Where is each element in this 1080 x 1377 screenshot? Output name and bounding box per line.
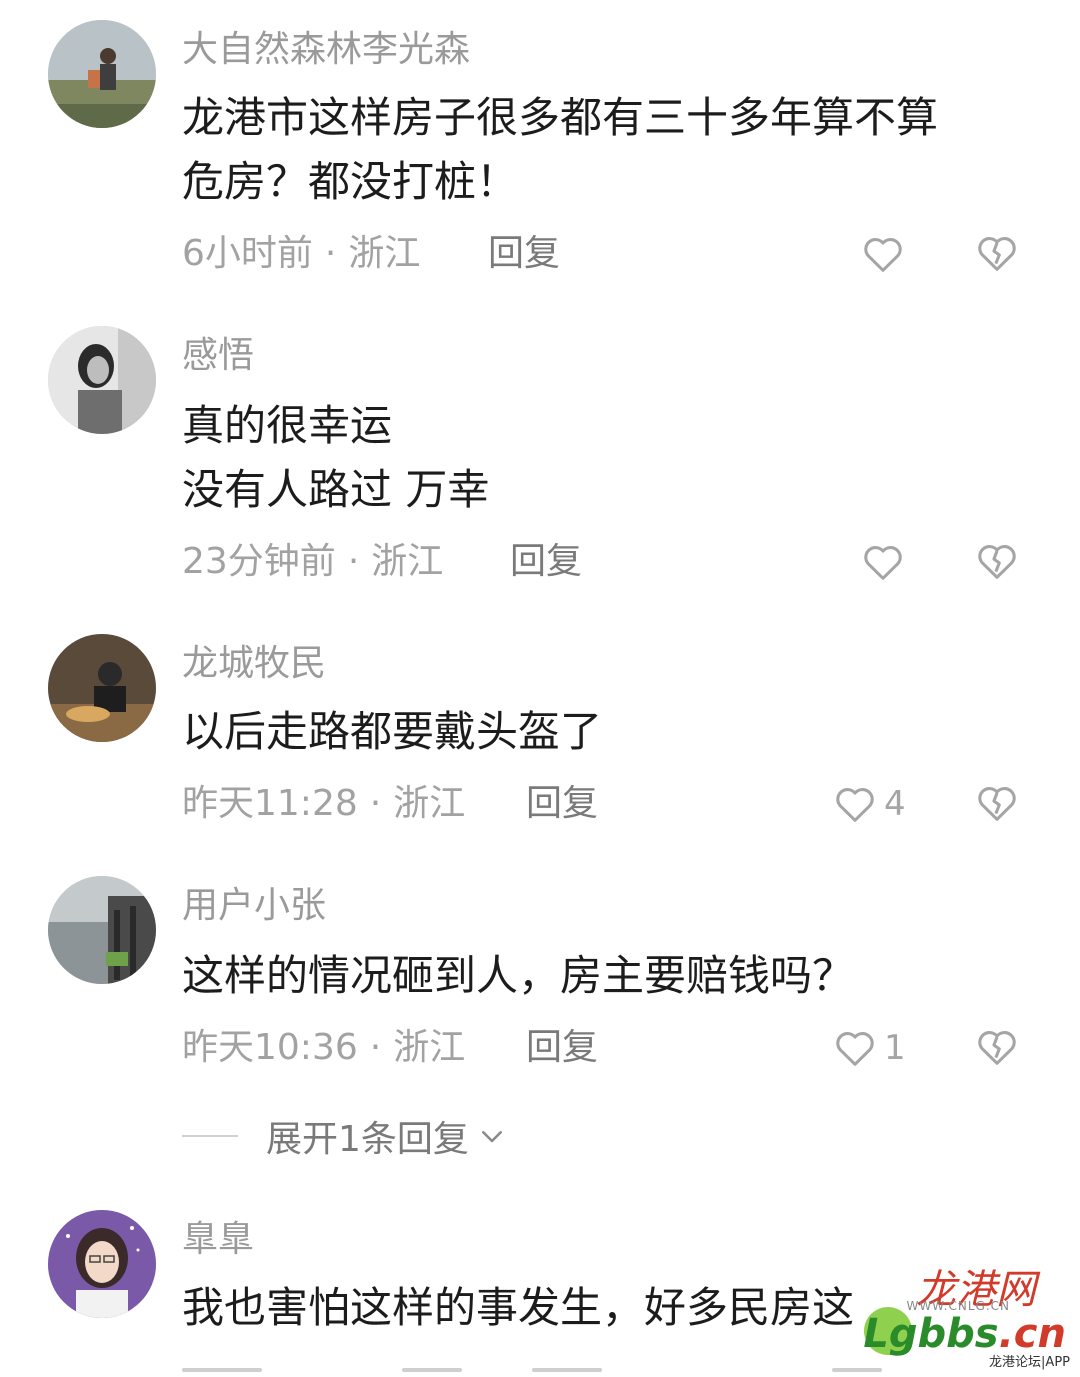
- reply-button[interactable]: 回复: [510, 540, 582, 584]
- dislike-button[interactable]: [974, 230, 1022, 278]
- broken-heart-icon: [978, 787, 1016, 821]
- meta-separator: ·: [369, 1027, 382, 1068]
- comment-username[interactable]: 臯臯: [182, 1218, 254, 1262]
- meta-separator: ·: [324, 233, 337, 274]
- comment-meta: 6小时前 · 浙江: [182, 232, 420, 276]
- user-avatar[interactable]: [48, 20, 156, 128]
- chevron-down-icon: [481, 1131, 502, 1143]
- heart-outline-icon: [836, 1032, 874, 1066]
- comment-meta: 昨天10:36 · 浙江: [182, 1026, 465, 1070]
- like-button[interactable]: 4: [832, 780, 906, 828]
- comment-text-line: 真的很幸运: [182, 401, 393, 450]
- heart-outline-icon: [864, 546, 902, 580]
- expand-replies-label: 展开1条回复: [266, 1119, 469, 1160]
- like-count: 4: [884, 784, 906, 824]
- comment-text: 龙港市这样房子很多都有三十多年算不算 危房？都没打桩！: [182, 86, 1042, 214]
- comment-location: 浙江: [348, 233, 421, 274]
- comment-location: 浙江: [371, 541, 444, 582]
- user-avatar[interactable]: [48, 634, 156, 742]
- like-button[interactable]: [860, 538, 906, 586]
- comment-username[interactable]: 感悟: [182, 334, 254, 378]
- comment-meta: 昨天11:28 · 浙江: [182, 782, 465, 826]
- comment-text: 以后走路都要戴头盔了: [182, 700, 1042, 764]
- comment-text: 这样的情况砸到人，房主要赔钱吗？: [182, 944, 1042, 1008]
- meta-separator: ·: [369, 783, 382, 824]
- comment-text-line: 这样的情况砸到人，房主要赔钱吗？: [182, 951, 855, 1000]
- dislike-button[interactable]: [974, 538, 1022, 586]
- reply-button[interactable]: 回复: [488, 232, 560, 276]
- heart-outline-icon: [864, 238, 902, 272]
- comment-time: 6小时前: [182, 233, 313, 274]
- dislike-button[interactable]: [974, 1024, 1022, 1072]
- comment-username[interactable]: 大自然森林李光森: [182, 28, 470, 72]
- comment-location: 浙江: [393, 783, 466, 824]
- comment-text-line: 危房？都没打桩！: [182, 157, 519, 206]
- user-avatar[interactable]: [48, 1210, 156, 1318]
- watermark-brand-text: Lgbbs: [863, 1311, 999, 1357]
- comment-text-line: 以后走路都要戴头盔了: [182, 707, 603, 756]
- watermark-sub-text: 龙港论坛|APP: [989, 1355, 1070, 1370]
- comment-time: 昨天10:36: [182, 1027, 358, 1068]
- like-button[interactable]: [860, 230, 906, 278]
- comment-text: 真的很幸运 没有人路过 万幸: [182, 394, 1042, 522]
- user-avatar[interactable]: [48, 876, 156, 984]
- reply-button[interactable]: 回复: [526, 782, 598, 826]
- comment-username[interactable]: 龙城牧民: [182, 642, 326, 686]
- like-count: 1: [884, 1028, 906, 1068]
- meta-separator: ·: [347, 541, 360, 582]
- comment-text-line: 龙港市这样房子很多都有三十多年算不算: [182, 93, 939, 142]
- expand-divider: [182, 1135, 238, 1137]
- broken-heart-icon: [978, 237, 1016, 271]
- reply-button[interactable]: 回复: [526, 1026, 598, 1070]
- like-button[interactable]: 1: [832, 1024, 906, 1072]
- broken-heart-icon: [978, 1031, 1016, 1065]
- comment-time: 昨天11:28: [182, 783, 358, 824]
- site-watermark: 龙港网 WWW.CNLG.CN Lgbbs.cn 龙港论坛|APP: [862, 1251, 1072, 1371]
- dislike-button[interactable]: [974, 780, 1022, 828]
- comment-text-line: 没有人路过 万幸: [182, 465, 490, 514]
- expand-replies-button[interactable]: 展开1条回复: [182, 1112, 507, 1160]
- broken-heart-icon: [978, 545, 1016, 579]
- user-avatar[interactable]: [48, 326, 156, 434]
- heart-outline-icon: [836, 788, 874, 822]
- comment-location: 浙江: [393, 1027, 466, 1068]
- comment-meta: 23分钟前 · 浙江: [182, 540, 443, 584]
- comment-username[interactable]: 用户小张: [182, 884, 326, 928]
- comment-time: 23分钟前: [182, 541, 336, 582]
- comment-list-page: 大自然森林李光森 龙港市这样房子很多都有三十多年算不算 危房？都没打桩！ 6小时…: [0, 0, 1080, 1377]
